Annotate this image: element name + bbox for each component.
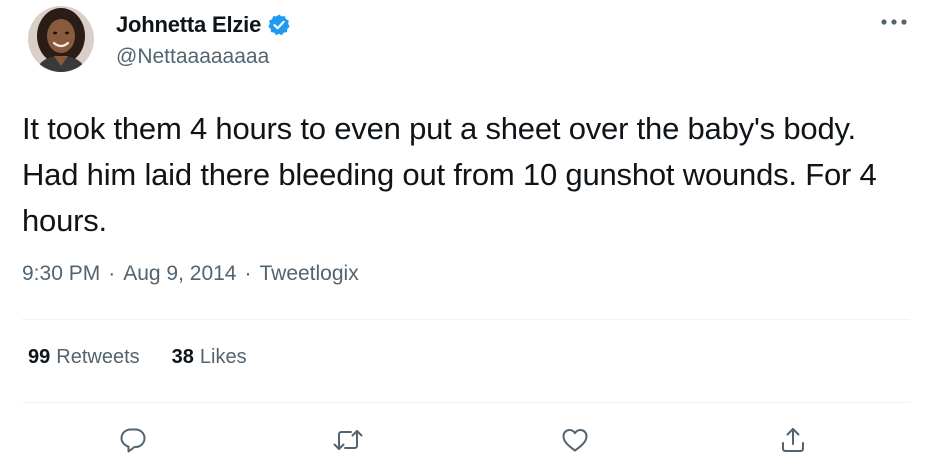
retweets-count: 99 <box>28 346 51 368</box>
tweet-stats: 99 Retweets 38 Likes <box>28 346 279 369</box>
retweets-label: Retweets <box>56 346 140 368</box>
meta-separator: · <box>108 262 116 285</box>
tweet-source[interactable]: Tweetlogix <box>259 262 358 286</box>
author-name[interactable]: Johnetta Elzie <box>116 12 261 38</box>
likes-count: 38 <box>171 346 194 368</box>
like-icon[interactable] <box>553 418 597 462</box>
avatar[interactable] <box>28 6 94 72</box>
tweet-text: It took them 4 hours to even put a sheet… <box>22 111 877 238</box>
more-options-icon[interactable] <box>876 10 912 34</box>
tweet-actions <box>0 418 936 462</box>
divider <box>22 402 910 403</box>
retweet-icon[interactable] <box>326 418 370 462</box>
likes-stat[interactable]: 38 Likes <box>172 346 247 369</box>
meta-separator: · <box>244 262 252 285</box>
profile-photo-icon <box>28 6 94 72</box>
author-handle[interactable]: @Nettaaaaaaaa <box>116 45 269 69</box>
author-name-row: Johnetta Elzie <box>116 10 291 40</box>
verified-badge-icon <box>267 13 291 37</box>
share-icon[interactable] <box>771 418 815 462</box>
retweets-stat[interactable]: 99 Retweets <box>28 346 140 369</box>
tweet-time[interactable]: 9:30 PM <box>22 262 100 286</box>
tweet-date[interactable]: Aug 9, 2014 <box>123 262 236 286</box>
reply-icon[interactable] <box>111 418 155 462</box>
tweet-card: Johnetta Elzie @Nettaaaaaaaa It took the… <box>0 0 936 472</box>
likes-label: Likes <box>199 346 247 368</box>
tweet-meta: 9:30 PM · Aug 9, 2014 · Tweetlogix <box>22 262 359 286</box>
divider <box>22 319 910 320</box>
